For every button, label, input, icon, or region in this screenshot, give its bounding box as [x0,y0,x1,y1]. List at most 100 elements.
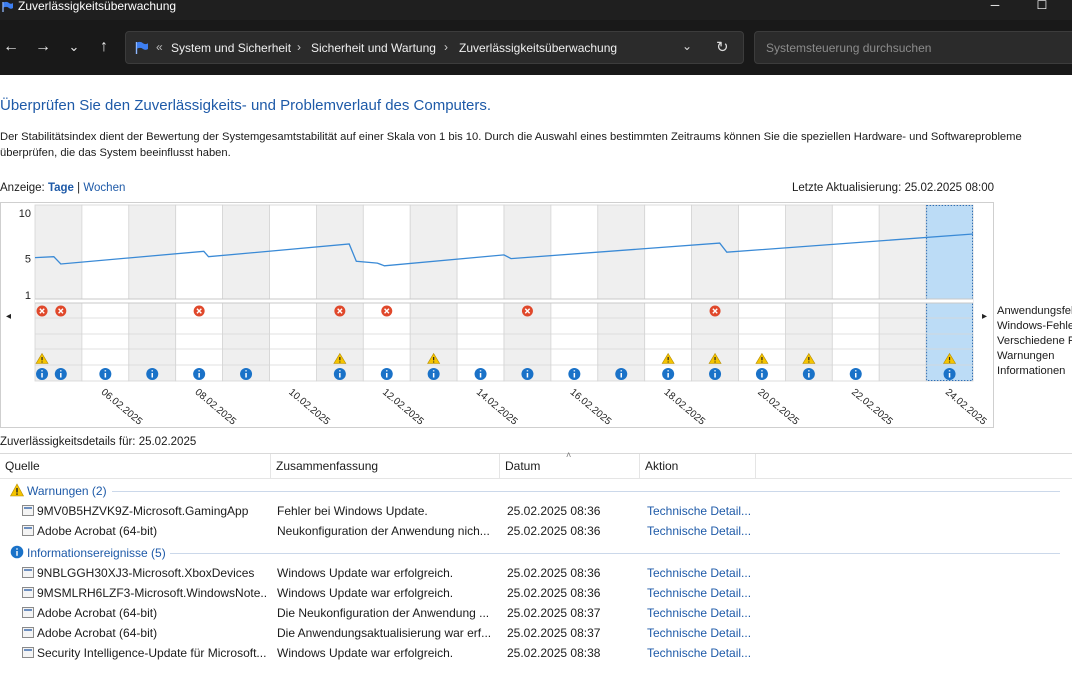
day-column[interactable] [456,204,505,382]
cell-source: Security Intelligence-Update für Microso… [37,646,267,660]
x-axis-date-label: 06.02.2025 [99,387,145,427]
application-icon [22,505,34,516]
information-event-icon[interactable] [709,368,722,380]
day-column[interactable] [550,204,599,382]
critical-event-icon[interactable] [36,305,48,317]
address-bar[interactable]: « System und Sicherheit › Sicherheit und… [125,31,744,64]
cell-summary: Windows Update war erfolgreich. [277,586,454,600]
breadcrumb-separator[interactable]: › [444,40,448,54]
day-column[interactable] [597,204,646,382]
information-event-icon[interactable] [380,368,393,380]
reliability-chart-svg[interactable]: 10 5 1 06.02.2025 08.02.2025 10.02.2025 12.02.… [1,203,993,427]
information-event-icon[interactable] [427,368,440,380]
day-column[interactable] [878,204,927,382]
breadcrumb-separator[interactable]: › [297,40,301,54]
information-event-icon[interactable] [240,368,253,380]
scroll-right-arrow[interactable]: ▸ [982,311,987,322]
info-icon [10,545,24,559]
day-column[interactable] [175,204,223,382]
forward-button[interactable]: → [32,36,54,58]
cell-source: 9MSMLRH6LZF3-Microsoft.WindowsNote... [37,586,267,600]
technical-details-link[interactable]: Technische Detail... [647,586,757,600]
information-event-icon[interactable] [474,368,487,380]
table-row[interactable]: Adobe Acrobat (64-bit) Neukonfiguration d… [0,521,1072,541]
group-divider [112,491,1060,492]
search-input[interactable] [754,31,1072,64]
group-label: Informationsereignisse (5) [27,546,166,560]
technical-details-link[interactable]: Technische Detail... [647,626,757,640]
scroll-left-arrow[interactable]: ◂ [6,311,11,322]
critical-event-icon[interactable] [334,305,346,317]
group-header[interactable]: Informationsereignisse (5) [0,541,1072,563]
breadcrumb-overflow[interactable]: « [156,40,163,54]
day-column[interactable] [128,204,177,382]
refresh-icon[interactable]: ↻ [716,38,729,56]
view-label: Anzeige: [0,182,45,194]
critical-event-icon[interactable] [55,305,67,317]
breadcrumb-system-security[interactable]: System und Sicherheit [171,41,291,55]
table-row[interactable]: Security Intelligence-Update für Microso… [0,643,1072,663]
information-event-icon[interactable] [849,368,862,380]
legend-windows-failures: Windows-Fehler [997,320,1072,332]
cell-date: 25.02.2025 08:37 [507,626,601,640]
group-header[interactable]: Warnungen (2) [0,479,1072,501]
day-column[interactable] [503,204,552,382]
legend-information: Informationen [997,365,1066,377]
cell-date: 25.02.2025 08:36 [507,586,601,600]
information-event-icon[interactable] [943,368,956,380]
address-dropdown-icon[interactable]: ⌄ [682,39,692,53]
information-event-icon[interactable] [802,368,815,380]
window-title: Zuverlässigkeitsüberwachung [18,0,177,13]
view-weeks-link[interactable]: Wochen [83,182,125,194]
maximize-button[interactable]: ☐ [1019,0,1065,20]
information-event-icon[interactable] [615,368,628,380]
critical-event-icon[interactable] [193,305,205,317]
table-row[interactable]: Adobe Acrobat (64-bit) Die Anwendungsaktu… [0,623,1072,643]
information-event-icon[interactable] [568,368,581,380]
information-event-icon[interactable] [54,368,67,380]
technical-details-link[interactable]: Technische Detail... [647,566,757,580]
recent-locations-button[interactable]: ⌄ [63,36,85,58]
table-row[interactable]: 9MSMLRH6LZF3-Microsoft.WindowsNote... Win… [0,583,1072,603]
day-column[interactable] [222,204,270,382]
day-column[interactable] [831,204,880,382]
critical-event-icon[interactable] [709,305,721,317]
information-event-icon[interactable] [99,368,112,380]
navigation-bar: ← → ⌄ ↑ « System und Sicherheit › Sicher… [0,20,1072,75]
critical-event-icon[interactable] [381,305,393,317]
up-button[interactable]: ↑ [93,36,115,58]
cell-summary: Neukonfiguration der Anwendung nich... [277,524,490,538]
cell-date: 25.02.2025 08:36 [507,566,601,580]
technical-details-link[interactable]: Technische Detail... [647,524,757,538]
technical-details-link[interactable]: Technische Detail... [647,606,757,620]
reliability-chart[interactable]: 10 5 1 06.02.2025 08.02.2025 10.02.2025 12.02.… [0,202,994,428]
information-event-icon[interactable] [662,368,675,380]
column-header-action[interactable]: Aktion [640,454,756,479]
table-row[interactable]: Adobe Acrobat (64-bit) Die Neukonfigurati… [0,603,1072,623]
critical-event-icon[interactable] [521,305,533,317]
information-event-icon[interactable] [193,368,206,380]
day-column[interactable] [269,204,317,382]
view-days-link[interactable]: Tage [48,182,74,194]
breadcrumb-security-maintenance[interactable]: Sicherheit und Wartung [311,41,436,55]
column-header-source[interactable]: Quelle [0,454,271,479]
technical-details-link[interactable]: Technische Detail... [647,504,757,518]
information-event-icon[interactable] [521,368,534,380]
table-row[interactable]: 9NBLGGH30XJ3-Microsoft.XboxDevices Window… [0,563,1072,583]
details-title: Zuverlässigkeitsdetails für: 25.02.2025 [0,436,197,448]
information-event-icon[interactable] [146,368,159,380]
technical-details-link[interactable]: Technische Detail... [647,646,757,660]
information-event-icon[interactable] [755,368,768,380]
column-header-summary[interactable]: Zusammenfassung [271,454,500,479]
information-event-icon[interactable] [36,368,49,380]
table-row[interactable]: 9MV0B5HZVK9Z-Microsoft.GamingApp Fehler b… [0,501,1072,521]
day-column[interactable] [81,204,130,382]
table-body: Warnungen (2) 9MV0B5HZVK9Z-Microsoft.Gami… [0,479,1072,663]
information-event-icon[interactable] [333,368,346,380]
minimize-button[interactable]: ─ [972,0,1018,20]
application-icon [22,525,34,536]
cell-summary: Die Anwendungsaktualisierung war erf... [277,626,492,640]
back-button[interactable]: ← [0,36,22,58]
breadcrumb-reliability-monitor[interactable]: Zuverlässigkeitsüberwachung [459,41,617,55]
day-column[interactable] [362,204,411,382]
